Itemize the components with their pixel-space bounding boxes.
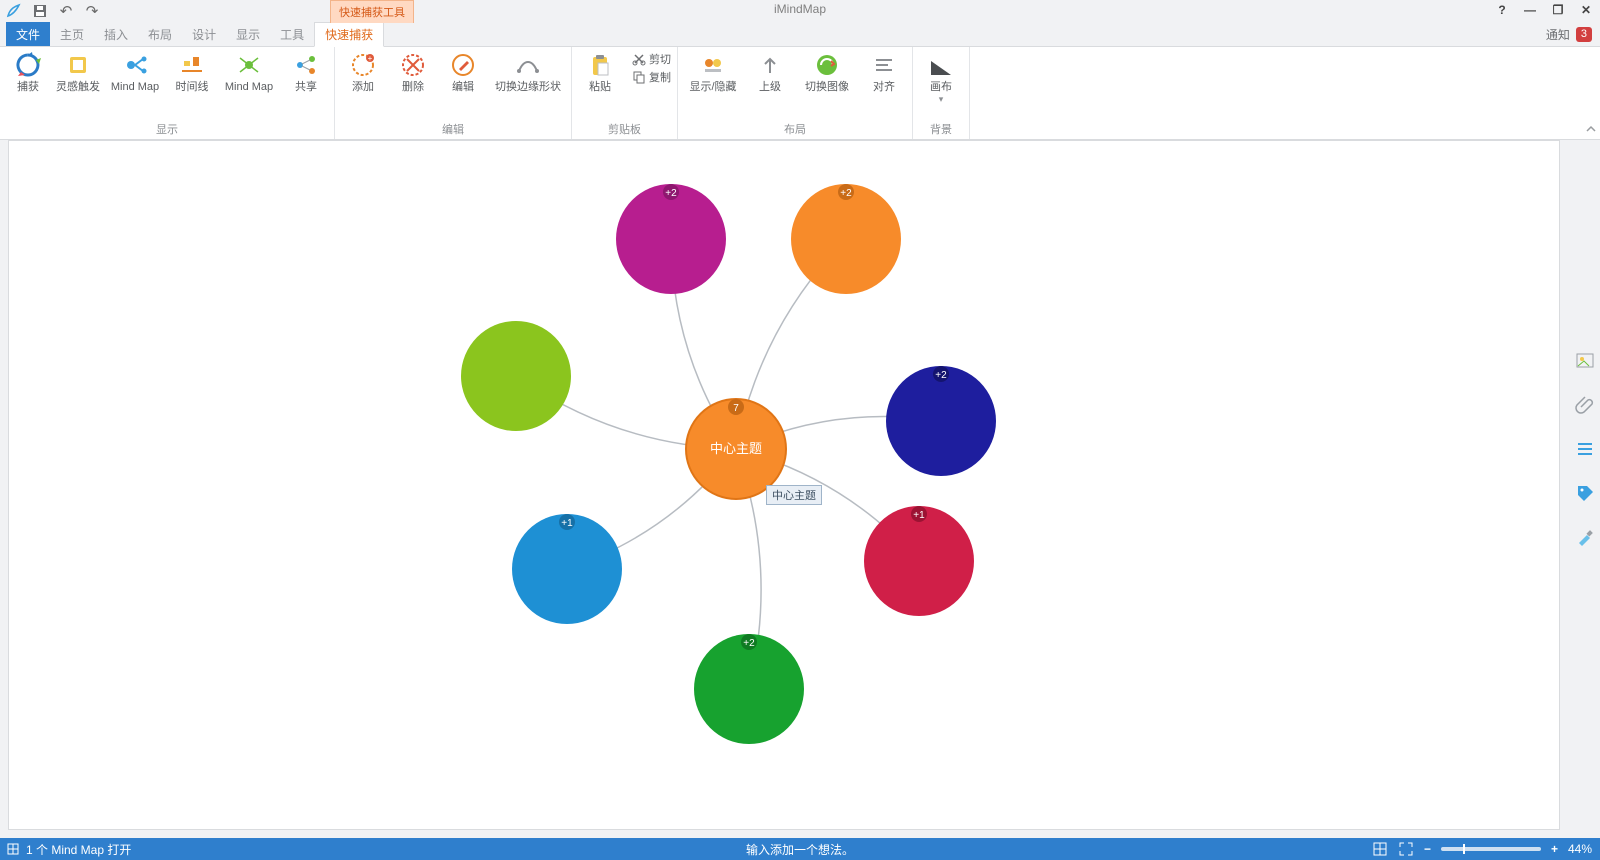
align-button[interactable]: 对齐 <box>862 51 906 93</box>
menu-display[interactable]: 显示 <box>226 22 270 46</box>
capture-button[interactable]: 捕获 <box>6 51 50 93</box>
statusbar-doc-icon <box>6 842 20 856</box>
add-button[interactable]: + 添加 <box>341 51 385 93</box>
switch-edge-button[interactable]: 切换边缘形状 <box>491 51 565 93</box>
menu-insert[interactable]: 插入 <box>94 22 138 46</box>
timeline-button[interactable]: 时间线 <box>170 51 214 93</box>
add-icon: + <box>349 51 377 79</box>
paste-button[interactable]: 粘贴 <box>578 51 622 93</box>
close-button[interactable]: ✕ <box>1578 2 1594 18</box>
tag-panel-icon[interactable] <box>1574 482 1596 504</box>
status-bar: 1 个 Mind Map 打开 输入添加一个想法。 − + 44% <box>0 838 1600 860</box>
zoom-out-button[interactable]: − <box>1424 842 1431 856</box>
svg-text:中心主题: 中心主题 <box>710 441 762 456</box>
parent-icon <box>756 51 784 79</box>
svg-text:+1: +1 <box>561 518 573 529</box>
svg-text:+2: +2 <box>840 188 852 199</box>
zoom-slider[interactable] <box>1441 847 1541 851</box>
notify-count-badge[interactable]: 3 <box>1576 27 1592 42</box>
statusbar-left-text[interactable]: 1 个 Mind Map 打开 <box>26 841 131 858</box>
style-panel-icon[interactable] <box>1574 526 1596 548</box>
fullscreen-button[interactable] <box>1398 841 1414 857</box>
share-button[interactable]: 共享 <box>284 51 328 93</box>
redo-button[interactable]: ↷ <box>84 3 100 19</box>
svg-text:7: 7 <box>733 403 739 414</box>
group-label-clipboard: 剪贴板 <box>608 119 641 137</box>
statusbar-hint: 输入添加一个想法。 <box>0 841 1600 858</box>
inspire-icon <box>64 51 92 79</box>
menu-bar: 文件 主页 插入 布局 设计 显示 工具 快速捕获 通知 3 <box>0 22 1600 47</box>
cut-icon <box>632 52 646 66</box>
ribbon-group-clipboard: 粘贴 剪切 复制 剪贴板 <box>572 47 678 139</box>
center-tooltip: 中心主题 <box>766 485 822 505</box>
edit-icon <box>449 51 477 79</box>
menu-tools[interactable]: 工具 <box>270 22 314 46</box>
align-icon <box>870 51 898 79</box>
zoom-level[interactable]: 44% <box>1568 842 1592 856</box>
group-label-layout: 布局 <box>784 119 806 137</box>
show-hide-icon <box>699 51 727 79</box>
switch-image-button[interactable]: 切换图像 <box>798 51 856 93</box>
show-hide-button[interactable]: 显示/隐藏 <box>684 51 742 93</box>
canvas-button[interactable]: 画布▾ <box>919 51 963 105</box>
menu-file[interactable]: 文件 <box>6 22 50 46</box>
contextual-tool-label: 快速捕获工具 <box>330 0 414 23</box>
delete-button[interactable]: 删除 <box>391 51 435 93</box>
right-tool-strip <box>1574 350 1596 548</box>
minimize-button[interactable]: — <box>1522 2 1538 18</box>
ribbon-group-edit: + 添加 删除 编辑 切换边缘形状 编辑 <box>335 47 572 139</box>
svg-text:+1: +1 <box>913 510 925 521</box>
svg-text:+2: +2 <box>743 638 755 649</box>
parent-button[interactable]: 上级 <box>748 51 792 93</box>
ribbon-group-layout: 显示/隐藏 上级 切换图像 对齐 布局 <box>678 47 913 139</box>
zoom-in-button[interactable]: + <box>1551 842 1558 856</box>
menu-home[interactable]: 主页 <box>50 22 94 46</box>
image-panel-icon[interactable] <box>1574 350 1596 372</box>
edit-button[interactable]: 编辑 <box>441 51 485 93</box>
ribbon-group-background: 画布▾ 背景 <box>913 47 970 139</box>
cut-button[interactable]: 剪切 <box>632 51 671 67</box>
canvas-icon <box>927 51 955 79</box>
delete-icon <box>399 51 427 79</box>
canvas[interactable]: +2 +2 +2 +1 +2 +1 7 中心主题 中心主题 <box>8 140 1560 830</box>
menu-design[interactable]: 设计 <box>182 22 226 46</box>
mindmap-button-2[interactable]: Mind Map <box>220 51 278 93</box>
maximize-button[interactable]: ❐ <box>1550 2 1566 18</box>
menu-layout[interactable]: 布局 <box>138 22 182 46</box>
group-label-edit: 编辑 <box>442 119 464 137</box>
timeline-icon <box>178 51 206 79</box>
help-button[interactable]: ? <box>1494 2 1510 18</box>
mindmap-button-1[interactable]: Mind Map <box>106 51 164 93</box>
switch-edge-icon <box>514 51 542 79</box>
copy-icon <box>632 70 646 84</box>
switch-image-icon <box>813 51 841 79</box>
app-logo-icon <box>6 3 22 19</box>
ribbon-group-display: 捕获 灵感触发 Mind Map 时间线 Mind Map 共享 <box>0 47 335 139</box>
save-icon[interactable] <box>32 3 48 19</box>
paste-icon <box>586 51 614 79</box>
group-label-background: 背景 <box>930 119 952 137</box>
window-controls: ? — ❐ ✕ <box>1494 2 1594 18</box>
group-label-display: 显示 <box>156 119 178 137</box>
quick-access-toolbar: ↶ ↷ <box>0 0 1600 22</box>
capture-icon <box>14 51 42 79</box>
svg-text:+: + <box>368 54 373 63</box>
list-panel-icon[interactable] <box>1574 438 1596 460</box>
attach-panel-icon[interactable] <box>1574 394 1596 416</box>
inspire-button[interactable]: 灵感触发 <box>56 51 100 93</box>
ribbon-collapse-button[interactable] <box>1582 47 1600 139</box>
menu-quick-capture[interactable]: 快速捕获 <box>314 22 384 47</box>
copy-button[interactable]: 复制 <box>632 69 671 85</box>
undo-button[interactable]: ↶ <box>58 3 74 19</box>
share-icon <box>292 51 320 79</box>
mindmap-icon <box>121 51 149 79</box>
fit-view-button[interactable] <box>1372 841 1388 857</box>
mindmap-icon-alt <box>235 51 263 79</box>
svg-text:+2: +2 <box>665 188 677 199</box>
notify-label[interactable]: 通知 <box>1546 26 1570 43</box>
svg-text:+2: +2 <box>935 370 947 381</box>
ribbon: 捕获 灵感触发 Mind Map 时间线 Mind Map 共享 <box>0 47 1600 140</box>
